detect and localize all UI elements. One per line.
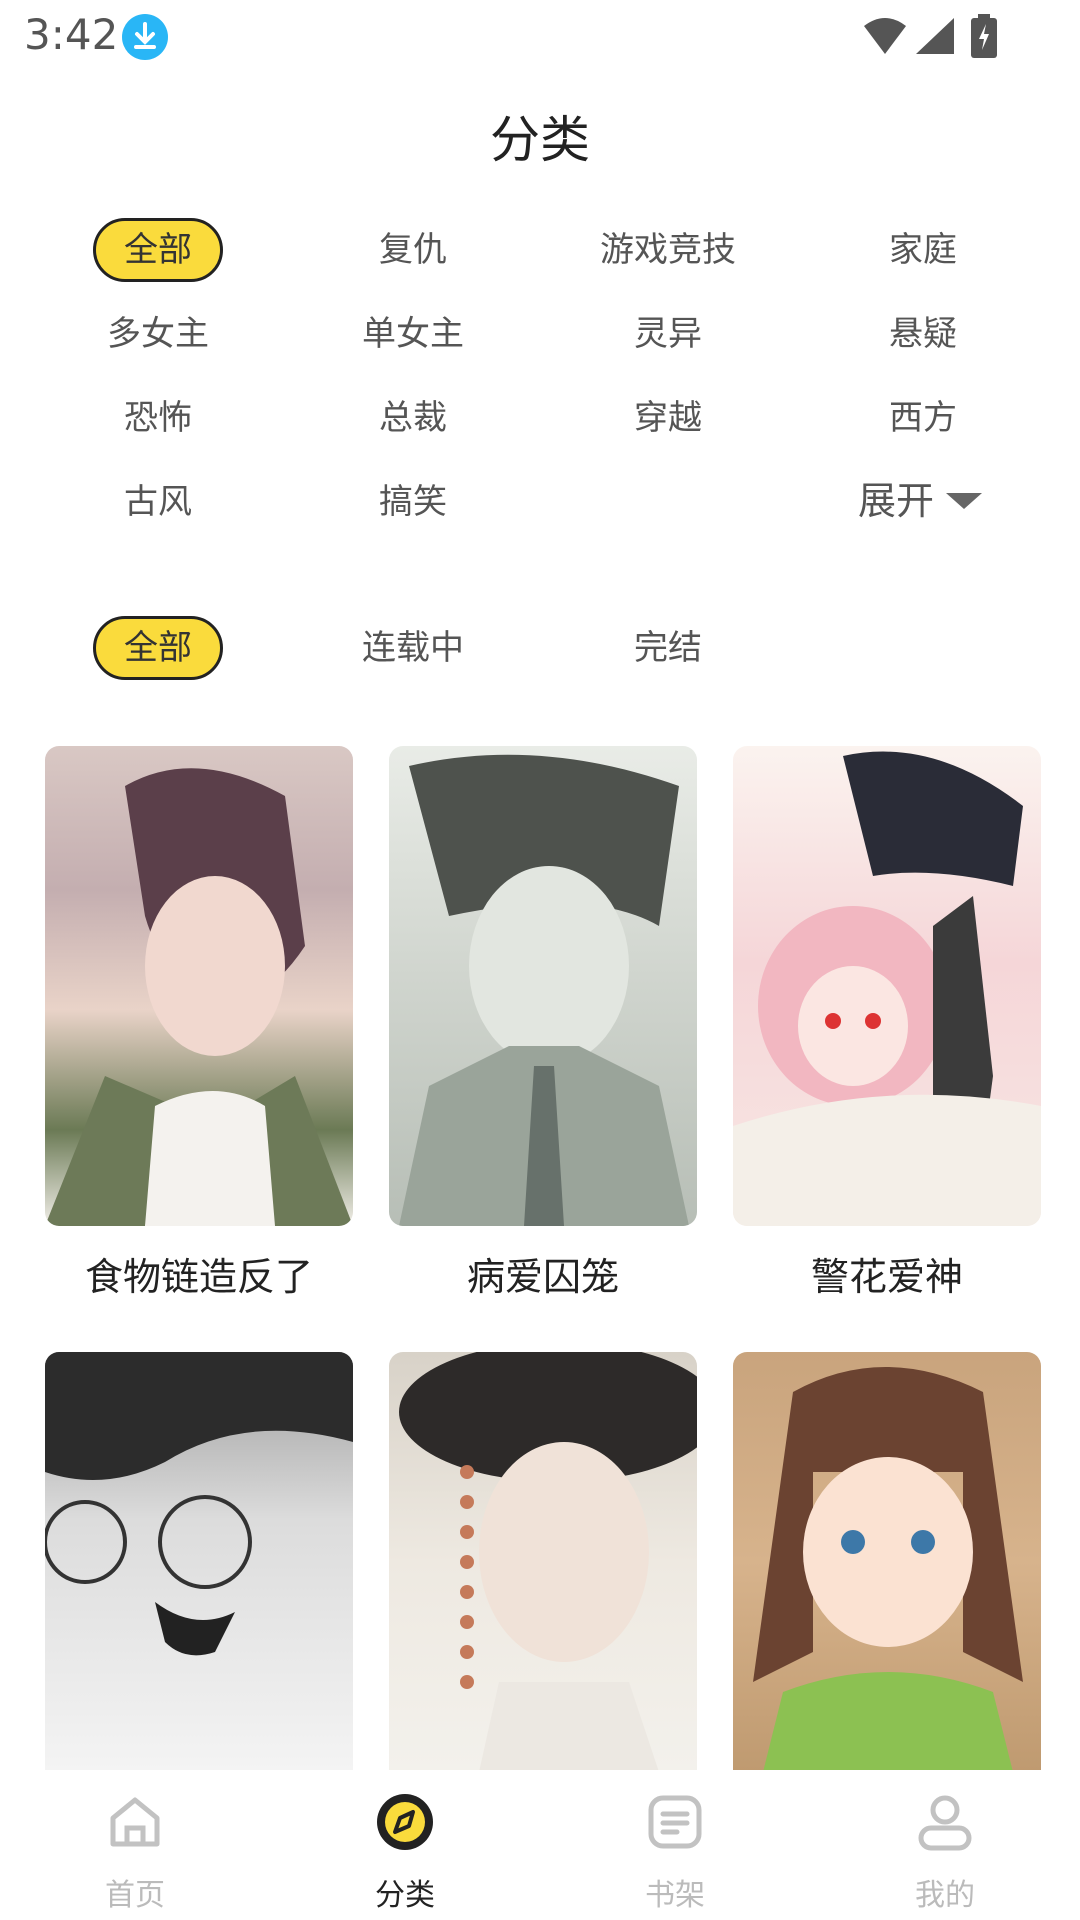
comic-card[interactable]	[45, 1352, 353, 1772]
caret-down-icon	[946, 492, 983, 509]
status-time: 3:42	[24, 10, 119, 59]
genre-tag[interactable]: 家庭	[858, 218, 988, 282]
tab-home[interactable]: 首页	[50, 1770, 220, 1920]
genre-tag[interactable]: 搞笑	[348, 470, 478, 534]
battery-icon	[971, 14, 997, 58]
status-tag[interactable]: 完结	[603, 616, 733, 680]
page-title: 分类	[490, 111, 590, 169]
genre-tag[interactable]: 多女主	[93, 302, 223, 366]
wifi-icon	[864, 18, 906, 54]
comic-cover	[389, 746, 697, 1226]
comic-card[interactable]	[733, 1352, 1041, 1772]
compass-icon	[377, 1794, 433, 1850]
comic-cover	[45, 746, 353, 1226]
comic-title: 警花爱神	[810, 1255, 963, 1299]
tab-label: 我的	[915, 1878, 975, 1913]
signal-icon	[916, 18, 954, 54]
genre-tag-all[interactable]: 全部	[93, 218, 223, 282]
genre-tag[interactable]: 悬疑	[858, 302, 988, 366]
comic-card[interactable]: 食物链造反了	[45, 746, 353, 1301]
tab-label: 首页	[105, 1878, 165, 1913]
bookshelf-icon	[648, 1795, 702, 1849]
genre-tag[interactable]: 穿越	[603, 386, 733, 450]
tab-label: 分类	[375, 1878, 435, 1913]
profile-icon	[918, 1795, 972, 1851]
genre-tag[interactable]: 总裁	[348, 386, 478, 450]
comic-cover	[389, 1352, 697, 1772]
bottom-tab-bar: 首页 分类 书架 我的	[0, 1770, 1080, 1920]
genre-tag[interactable]: 复仇	[348, 218, 478, 282]
status-bar: 3:42	[0, 0, 1080, 72]
comic-cover	[733, 746, 1041, 1226]
genre-tag[interactable]: 西方	[858, 386, 988, 450]
comic-cover	[45, 1352, 353, 1772]
genre-tag[interactable]: 单女主	[348, 302, 478, 366]
expand-label: 展开	[858, 479, 935, 523]
home-icon	[110, 1797, 160, 1847]
expand-button[interactable]: 展开	[858, 470, 983, 525]
status-tag-all[interactable]: 全部	[93, 616, 223, 680]
genre-tag[interactable]: 古风	[93, 470, 223, 534]
tab-profile[interactable]: 我的	[860, 1770, 1030, 1920]
comic-card[interactable]	[389, 1352, 697, 1772]
tab-label: 书架	[645, 1878, 705, 1913]
genre-tag[interactable]: 恐怖	[93, 386, 223, 450]
comic-title: 食物链造反了	[84, 1255, 313, 1299]
download-icon	[122, 14, 168, 60]
genre-tag[interactable]: 游戏竞技	[573, 218, 763, 282]
tab-category[interactable]: 分类	[320, 1770, 490, 1920]
status-tag[interactable]: 连载中	[348, 616, 478, 680]
genre-tag[interactable]: 灵异	[603, 302, 733, 366]
comic-card[interactable]: 病爱囚笼	[389, 746, 697, 1301]
comic-card[interactable]: 警花爱神	[733, 746, 1041, 1301]
tab-bookshelf[interactable]: 书架	[590, 1770, 760, 1920]
comic-cover	[733, 1352, 1041, 1772]
comic-title: 病爱囚笼	[466, 1255, 619, 1299]
